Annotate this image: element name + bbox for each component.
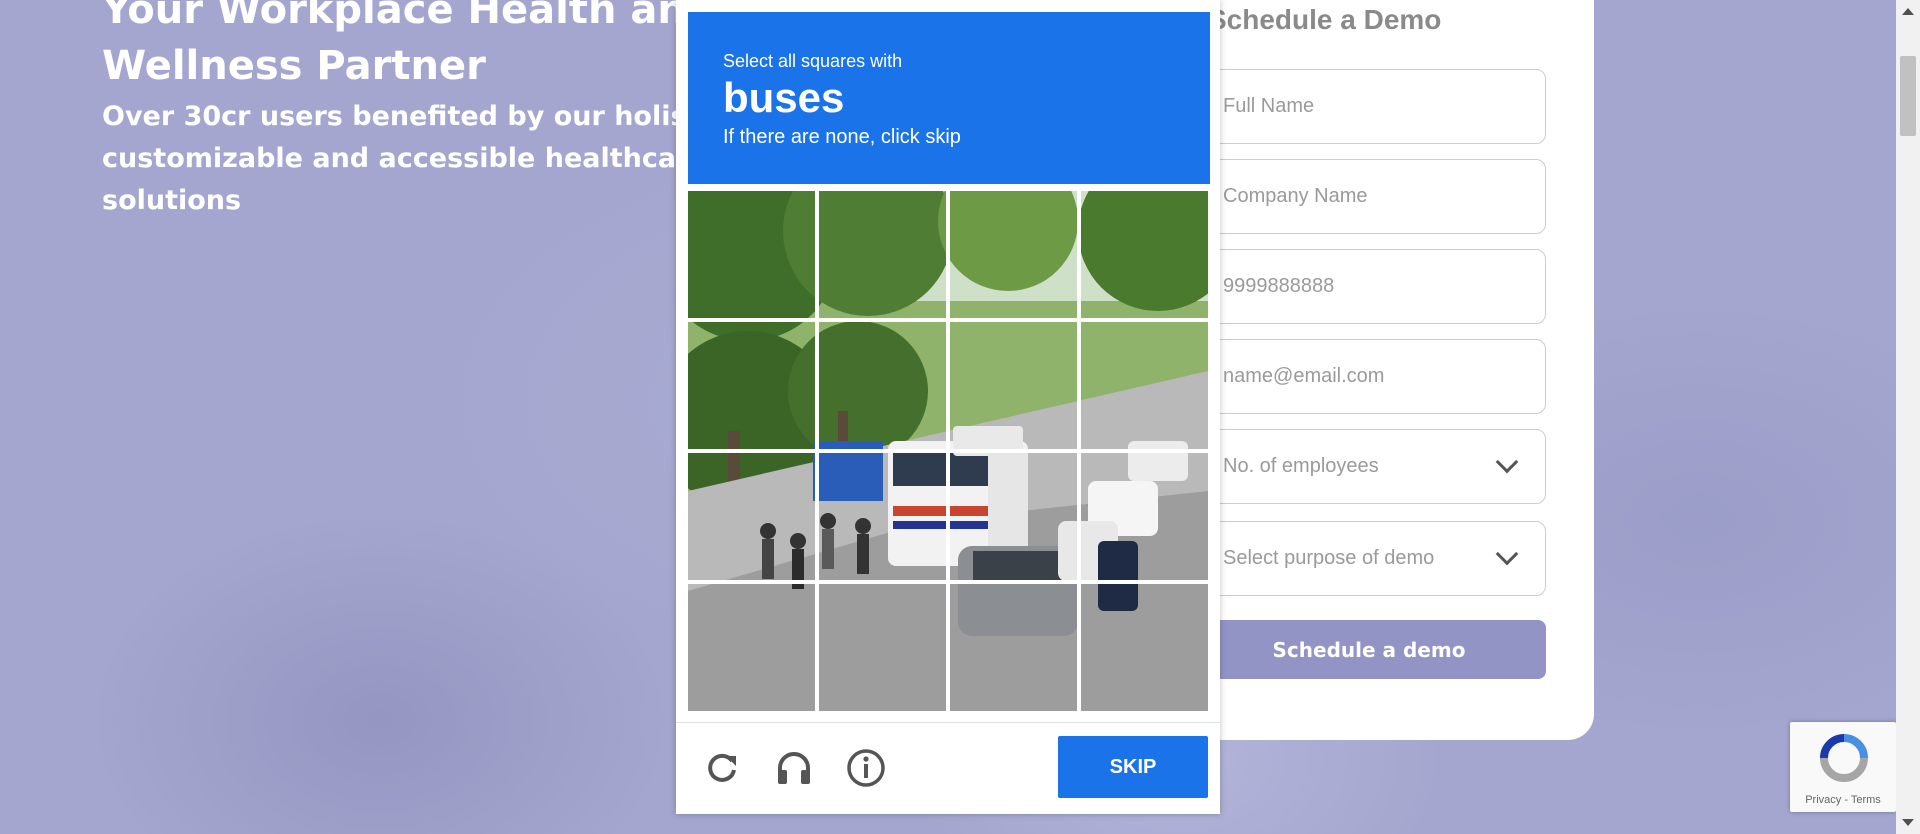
captcha-hint: If there are none, click skip: [723, 126, 961, 148]
form-title: Schedule a Demo: [1208, 4, 1442, 35]
schedule-demo-button[interactable]: Schedule a demo: [1192, 620, 1546, 679]
badge-links[interactable]: Privacy - Terms: [1790, 794, 1896, 806]
email-field[interactable]: name@email.com: [1192, 339, 1546, 414]
scrollbar[interactable]: [1896, 0, 1920, 834]
captcha-tile-image: [1081, 584, 1208, 711]
captcha-header: Select all squares with buses If there a…: [688, 12, 1210, 184]
audio-icon[interactable]: [770, 744, 818, 792]
captcha-tile-image: [950, 584, 1077, 711]
captcha-tile-image: [819, 322, 946, 449]
captcha-tile-image: [950, 322, 1077, 449]
employees-select[interactable]: No. of employees: [1192, 429, 1546, 504]
captcha-tile[interactable]: [819, 584, 946, 711]
captcha-tile-image: [688, 322, 815, 449]
captcha-tile[interactable]: [819, 322, 946, 449]
captcha-tile-image: [1081, 191, 1208, 318]
captcha-tile[interactable]: [1081, 584, 1208, 711]
phone-field[interactable]: 9999888888: [1192, 249, 1546, 324]
recaptcha-badge[interactable]: Privacy - Terms: [1790, 722, 1896, 812]
captcha-tile[interactable]: [950, 191, 1077, 318]
demo-form: Schedule a Demo Full Name Company Name 9…: [1180, 0, 1594, 740]
captcha-tile[interactable]: [1081, 453, 1208, 580]
captcha-tile[interactable]: [950, 584, 1077, 711]
captcha-instruction: Select all squares with: [723, 51, 903, 71]
captcha-tile[interactable]: [1081, 191, 1208, 318]
chevron-down-icon: [1495, 542, 1519, 566]
recaptcha-logo: [1820, 734, 1868, 782]
info-icon[interactable]: [842, 744, 890, 792]
reload-icon[interactable]: [698, 744, 746, 792]
captcha-tile-image: [950, 453, 1077, 580]
skip-button[interactable]: SKIP: [1058, 736, 1208, 798]
name-field[interactable]: Full Name: [1192, 69, 1546, 144]
captcha-divider: [676, 722, 1220, 723]
company-field[interactable]: Company Name: [1192, 159, 1546, 234]
captcha-tile[interactable]: [688, 584, 815, 711]
purpose-select[interactable]: Select purpose of demo: [1192, 521, 1546, 596]
scroll-thumb[interactable]: [1900, 56, 1916, 136]
captcha-tile[interactable]: [819, 191, 946, 318]
captcha-tile[interactable]: [688, 322, 815, 449]
captcha-image-grid: [688, 191, 1208, 711]
captcha-dialog: Select all squares with buses If there a…: [676, 0, 1220, 814]
captcha-tile-image: [819, 453, 946, 580]
captcha-tile[interactable]: [950, 322, 1077, 449]
chevron-down-icon: [1495, 450, 1519, 474]
captcha-tile-image: [950, 191, 1077, 318]
captcha-tile-image: [819, 584, 946, 711]
captcha-tile[interactable]: [688, 453, 815, 580]
captcha-tile-image: [819, 191, 946, 318]
captcha-tile[interactable]: [688, 191, 815, 318]
captcha-target: buses: [723, 74, 845, 121]
captcha-tile[interactable]: [950, 453, 1077, 580]
captcha-tile-image: [1081, 322, 1208, 449]
captcha-tile-image: [1081, 453, 1208, 580]
captcha-tile-image: [688, 453, 815, 580]
captcha-tile-image: [688, 584, 815, 711]
scroll-up-arrow[interactable]: [1902, 8, 1914, 15]
captcha-tile[interactable]: [1081, 322, 1208, 449]
scroll-down-arrow[interactable]: [1902, 819, 1914, 826]
captcha-tile-image: [688, 191, 815, 318]
captcha-tile[interactable]: [819, 453, 946, 580]
